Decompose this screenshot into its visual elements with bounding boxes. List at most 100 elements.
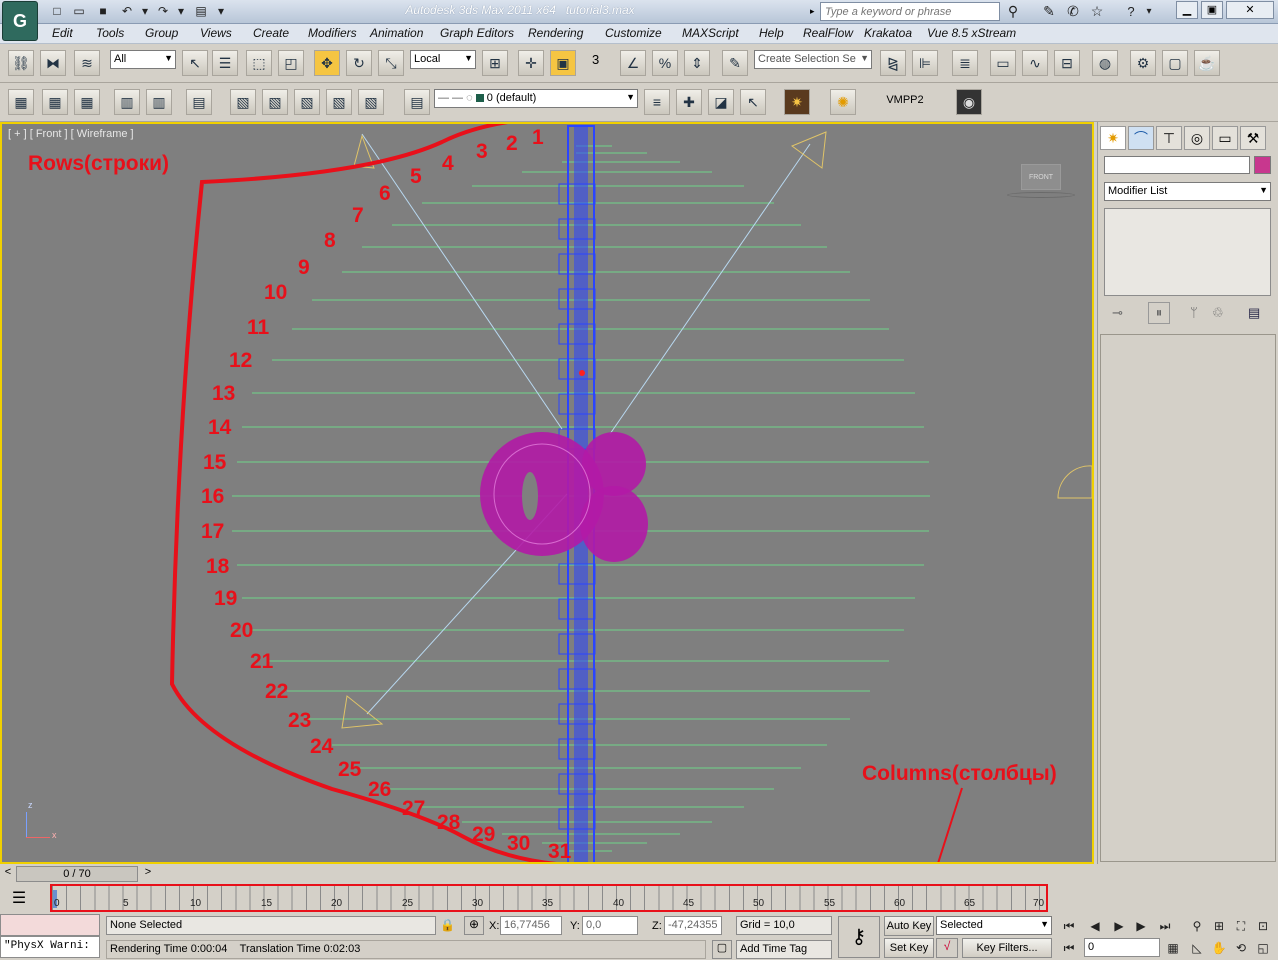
maxscript-mini-listener[interactable]: "PhysX Warni:: [0, 936, 100, 958]
timeline-prev-button[interactable]: <: [0, 866, 16, 882]
menu-rendering[interactable]: Rendering: [528, 26, 583, 40]
communication-center-icon[interactable]: ✆: [1064, 3, 1082, 20]
viewcube-face[interactable]: FRONT: [1021, 164, 1061, 190]
orbit-icon[interactable]: ⟲: [1230, 938, 1252, 958]
select-in-layer-icon[interactable]: ◪: [708, 89, 734, 115]
key-filters-button[interactable]: Key Filters...: [962, 938, 1052, 958]
add-to-layer-icon[interactable]: ✚: [676, 89, 702, 115]
menu-tools[interactable]: Tools: [96, 26, 124, 40]
zoom-all-icon[interactable]: ⊞: [1208, 916, 1230, 936]
slr-camera-icon[interactable]: ◉: [956, 89, 982, 115]
undo-icon[interactable]: ↶: [118, 3, 136, 20]
help-dropdown-icon[interactable]: ▾: [1140, 3, 1158, 20]
pin-stack-icon[interactable]: ⊸: [1112, 305, 1123, 321]
time-slider[interactable]: 0 / 70: [16, 866, 138, 882]
motion-tab-icon[interactable]: ◎: [1184, 126, 1210, 150]
redo-dropdown-icon[interactable]: ▾: [172, 3, 190, 20]
rfrk3-icon[interactable]: ▧: [294, 89, 320, 115]
angle-snap-icon[interactable]: ∠: [620, 50, 646, 76]
render-setup-icon[interactable]: ⚙: [1130, 50, 1156, 76]
schematic-view-icon[interactable]: ⊟: [1054, 50, 1080, 76]
sd-import-icon[interactable]: ▦: [42, 89, 68, 115]
zoom-extents-all-icon[interactable]: ⊡: [1252, 916, 1274, 936]
make-unique-icon[interactable]: ᛘ: [1190, 305, 1198, 320]
zoom-icon[interactable]: ⚲: [1186, 916, 1208, 936]
align-icon[interactable]: ⊫: [912, 50, 938, 76]
key-mode-dropdown[interactable]: Selected ▼: [936, 916, 1052, 935]
curve-editor-mini-icon[interactable]: ☰: [6, 888, 32, 912]
menu-maxscript[interactable]: MAXScript: [682, 26, 739, 40]
zoom-extents-icon[interactable]: ⛶: [1230, 916, 1252, 936]
named-selection-set-dropdown[interactable]: Create Selection Se ▼: [754, 50, 872, 69]
menu-views[interactable]: Views: [200, 26, 232, 40]
new-file-icon[interactable]: □: [48, 3, 66, 20]
unlink-icon[interactable]: ⧓: [40, 50, 66, 76]
binoculars-icon[interactable]: ⚲: [1004, 3, 1022, 20]
rfrk1-icon[interactable]: ▧: [230, 89, 256, 115]
layer-manager-icon[interactable]: ≣: [952, 50, 978, 76]
y-coordinate-field[interactable]: 0,0: [582, 916, 638, 935]
favorites-icon[interactable]: ☆: [1088, 3, 1106, 20]
bin-import-icon[interactable]: ▥: [146, 89, 172, 115]
maximize-button[interactable]: ▣: [1201, 1, 1223, 19]
utilities-tab-icon[interactable]: ⚒: [1240, 126, 1266, 150]
percent-snap-icon[interactable]: %: [652, 50, 678, 76]
menu-customize[interactable]: Customize: [605, 26, 662, 40]
z-coordinate-field[interactable]: -47,24355: [664, 916, 722, 935]
layer-dropdown[interactable]: — — ◌ 0 (default) ▼: [434, 89, 638, 108]
create-tab-icon[interactable]: ✷: [1100, 126, 1126, 150]
timeline-next-button[interactable]: >: [140, 866, 156, 882]
viewcube-compass-ring[interactable]: [1007, 192, 1075, 198]
set-key-button[interactable]: Set Key: [884, 938, 934, 958]
auto-key-button[interactable]: Auto Key: [884, 916, 934, 936]
set-current-layer-icon[interactable]: ↖: [740, 89, 766, 115]
absolute-mode-icon[interactable]: ⊕: [464, 916, 484, 935]
modifier-list-dropdown[interactable]: Modifier List ▼: [1104, 182, 1271, 201]
menu-help[interactable]: Help: [759, 26, 784, 40]
select-by-name-icon[interactable]: ☰: [212, 50, 238, 76]
window-crossing-icon[interactable]: ◰: [278, 50, 304, 76]
bin-export-icon[interactable]: ▥: [114, 89, 140, 115]
select-move-icon[interactable]: ✥: [314, 50, 340, 76]
select-rotate-icon[interactable]: ↻: [346, 50, 372, 76]
maxscript-mini-listener-top[interactable]: [0, 914, 100, 936]
menu-vue-xstream[interactable]: Vue 8.5 xStream: [927, 26, 1016, 40]
next-frame-icon[interactable]: ▶: [1130, 916, 1152, 936]
viewcube[interactable]: FRONT: [1007, 164, 1075, 198]
reference-coordinate-dropdown[interactable]: Local ▼: [410, 50, 476, 69]
menu-animation[interactable]: Animation: [370, 26, 423, 40]
time-tag-icon[interactable]: ▢: [712, 940, 732, 959]
subscription-icon[interactable]: ✎: [1040, 3, 1058, 20]
pan-view-icon[interactable]: ✋: [1208, 938, 1230, 958]
rfrk2-icon[interactable]: ▧: [262, 89, 288, 115]
edit-named-selection-icon[interactable]: ✎: [722, 50, 748, 76]
front-viewport[interactable]: [ + ] [ Front ] [ Wireframe ] 1 2 3 4 5 …: [0, 122, 1094, 864]
modifier-stack[interactable]: [1104, 208, 1271, 296]
object-color-swatch[interactable]: [1254, 156, 1271, 174]
rfrk5-icon[interactable]: ▧: [358, 89, 384, 115]
menu-graph-editors[interactable]: Graph Editors: [440, 26, 514, 40]
sd-export-icon[interactable]: ▦: [8, 89, 34, 115]
lens-plugin-icon[interactable]: ✺: [830, 89, 856, 115]
fx-plugin-icon[interactable]: ✷: [784, 89, 810, 115]
render-production-icon[interactable]: ☕: [1194, 50, 1220, 76]
hierarchy-tab-icon[interactable]: ⊤: [1156, 126, 1182, 150]
menu-edit[interactable]: Edit: [52, 26, 73, 40]
layer-properties-icon[interactable]: ▤: [404, 89, 430, 115]
bind-space-warp-icon[interactable]: ≋: [74, 50, 100, 76]
modify-tab-icon[interactable]: ⌒: [1128, 126, 1154, 150]
menu-modifiers[interactable]: Modifiers: [308, 26, 357, 40]
snap-toggle-icon[interactable]: 3: [592, 52, 599, 67]
default-tangent-icon[interactable]: √: [936, 938, 958, 958]
bin-tool-icon[interactable]: ▤: [186, 89, 212, 115]
graphite-ribbon-icon[interactable]: ▭: [990, 50, 1016, 76]
time-configuration-icon[interactable]: ▦: [1162, 938, 1184, 958]
remove-modifier-icon[interactable]: ♲: [1212, 305, 1224, 321]
play-icon[interactable]: ▶: [1108, 916, 1130, 936]
menu-realflow[interactable]: RealFlow: [803, 26, 853, 40]
select-object-icon[interactable]: ↖: [182, 50, 208, 76]
previous-frame-icon[interactable]: ◀: [1084, 916, 1106, 936]
spinner-snap-icon[interactable]: ⇕: [684, 50, 710, 76]
maximize-viewport-icon[interactable]: ◱: [1252, 938, 1274, 958]
mirror-icon[interactable]: ⧎: [880, 50, 906, 76]
